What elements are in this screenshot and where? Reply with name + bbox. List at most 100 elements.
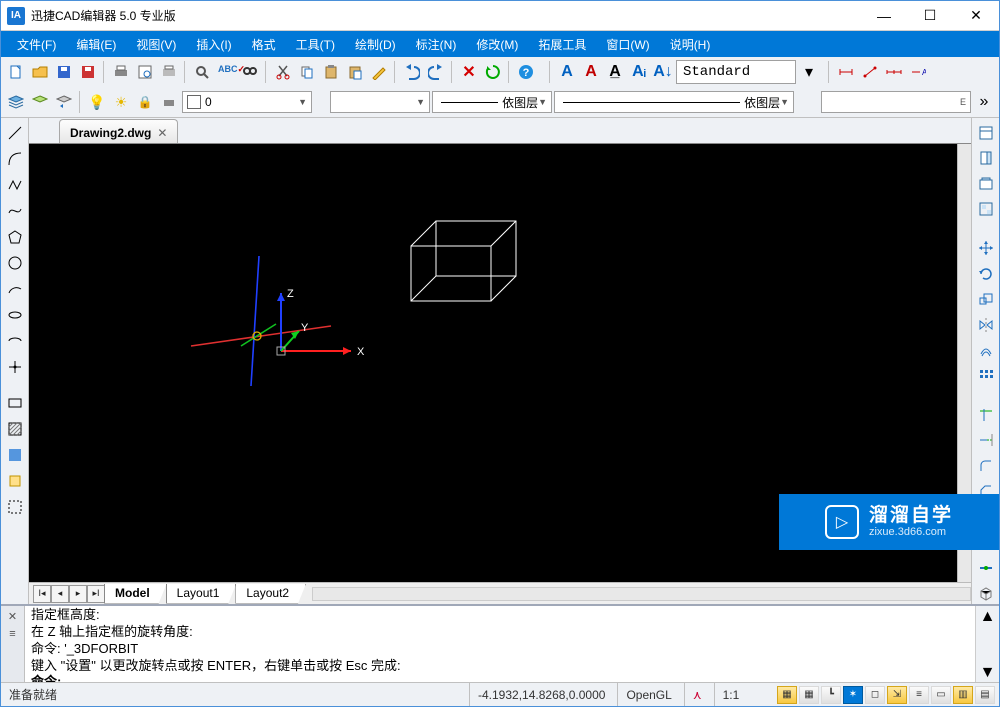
plot-icon[interactable] — [158, 61, 180, 83]
layer-states-icon[interactable] — [29, 91, 51, 113]
document-tab[interactable]: Drawing2.dwg ✕ — [59, 119, 178, 143]
ellipse-icon[interactable] — [4, 304, 26, 326]
undo-icon[interactable] — [401, 61, 423, 83]
3d-box-object[interactable] — [391, 206, 551, 316]
menu-modify[interactable]: 修改(M) — [466, 32, 528, 57]
lwt-toggle-icon[interactable]: ≡ — [909, 686, 929, 704]
ortho-toggle-icon[interactable]: ┗ — [821, 686, 841, 704]
properties-icon[interactable] — [975, 122, 997, 143]
dim-linear-icon[interactable] — [835, 61, 857, 83]
osnap-toggle-icon[interactable]: ◻ — [865, 686, 885, 704]
text-style-a1-icon[interactable]: A — [556, 61, 578, 83]
tab-prev-icon[interactable]: ◂ — [51, 585, 69, 603]
horizontal-scrollbar[interactable] — [312, 587, 971, 601]
print-icon[interactable] — [110, 61, 132, 83]
spline-icon[interactable] — [4, 200, 26, 222]
redo-icon[interactable] — [425, 61, 447, 83]
layout-icon[interactable] — [975, 198, 997, 219]
color-select[interactable]: ▼ — [330, 91, 430, 113]
tab-model[interactable]: Model — [104, 584, 167, 604]
new-icon[interactable] — [5, 61, 27, 83]
mirror-icon[interactable] — [975, 314, 997, 335]
otrack-toggle-icon[interactable]: ⇲ — [887, 686, 907, 704]
extend-icon[interactable] — [975, 430, 997, 451]
layer-freeze-icon[interactable]: ☀ — [110, 91, 132, 113]
layer-previous-icon[interactable] — [53, 91, 75, 113]
palette-icon[interactable] — [975, 147, 997, 168]
search-icon[interactable] — [191, 61, 213, 83]
maximize-button[interactable]: ☐ — [907, 1, 953, 31]
cut-icon[interactable] — [272, 61, 294, 83]
paste-icon[interactable] — [320, 61, 342, 83]
menu-dim[interactable]: 标注(N) — [406, 32, 467, 57]
rotate-icon[interactable] — [975, 263, 997, 284]
fillet-icon[interactable] — [975, 455, 997, 476]
menu-help[interactable]: 说明(H) — [660, 32, 721, 57]
arc3p-icon[interactable] — [4, 278, 26, 300]
region-icon[interactable] — [4, 470, 26, 492]
offset-icon[interactable] — [975, 340, 997, 361]
trim-icon[interactable] — [975, 404, 997, 425]
model-toggle-icon[interactable]: ▥ — [953, 686, 973, 704]
command-scroll[interactable]: ▲▼ — [975, 606, 999, 682]
menu-tools[interactable]: 工具(T) — [286, 32, 345, 57]
minimize-button[interactable]: — — [861, 1, 907, 31]
gradient-icon[interactable] — [4, 444, 26, 466]
layer-on-icon[interactable]: 💡 — [86, 91, 108, 113]
array-icon[interactable] — [975, 365, 997, 386]
circle-icon[interactable] — [4, 252, 26, 274]
snap-toggle-icon[interactable]: ▦ — [777, 686, 797, 704]
layer-plot-icon[interactable] — [158, 91, 180, 113]
tab-next-icon[interactable]: ▸ — [69, 585, 87, 603]
document-tab-close-icon[interactable]: ✕ — [157, 126, 167, 140]
saveas-icon[interactable] — [77, 61, 99, 83]
rectangle-icon[interactable] — [4, 392, 26, 414]
paste-special-icon[interactable] — [344, 61, 366, 83]
menu-insert[interactable]: 插入(I) — [186, 32, 241, 57]
cmd-close-icon[interactable]: ✕ — [5, 608, 21, 624]
spellcheck-icon[interactable]: ABC✓ — [215, 61, 237, 83]
line-icon[interactable] — [4, 122, 26, 144]
cmd-history-icon[interactable]: ≡ — [5, 626, 21, 642]
dim-aligned-icon[interactable] — [859, 61, 881, 83]
help-icon[interactable]: ? — [515, 61, 537, 83]
open-icon[interactable] — [29, 61, 51, 83]
linetype-select[interactable]: 依图层 ▼ — [432, 91, 552, 113]
refresh-icon[interactable] — [482, 61, 504, 83]
text-style-a4-icon[interactable]: Aᵢ — [628, 61, 650, 83]
grid-toggle-icon[interactable]: ▦ — [799, 686, 819, 704]
tab-layout1[interactable]: Layout1 — [166, 584, 237, 604]
menu-window[interactable]: 窗口(W) — [596, 32, 659, 57]
hatch-icon[interactable] — [4, 418, 26, 440]
text-style-select[interactable] — [676, 60, 796, 84]
layer-select[interactable]: 0 ▼ — [182, 91, 312, 113]
delete-icon[interactable]: ✕ — [458, 61, 480, 83]
polygon-icon[interactable] — [4, 226, 26, 248]
scale-icon[interactable] — [975, 289, 997, 310]
box3d-icon[interactable] — [975, 583, 997, 604]
ellipse-arc-icon[interactable] — [4, 330, 26, 352]
copy-icon[interactable] — [296, 61, 318, 83]
tab-layout2[interactable]: Layout2 — [235, 584, 306, 604]
save-icon[interactable] — [53, 61, 75, 83]
dim-style-icon[interactable]: A — [907, 61, 929, 83]
tab-first-icon[interactable]: I◂ — [33, 585, 51, 603]
text-style-a2-icon[interactable]: A — [580, 61, 602, 83]
xref-icon[interactable] — [975, 173, 997, 194]
move-icon[interactable] — [975, 238, 997, 259]
plot-style-select[interactable]: E — [821, 91, 971, 113]
close-button[interactable]: ✕ — [953, 1, 999, 31]
status-scale[interactable]: 1:1 — [714, 683, 748, 706]
lineweight-select[interactable]: 依图层 ▼ — [554, 91, 794, 113]
menu-file[interactable]: 文件(F) — [7, 32, 66, 57]
menu-format[interactable]: 格式 — [242, 32, 286, 57]
text-style-a3-icon[interactable]: A̲ — [604, 61, 626, 83]
menu-draw[interactable]: 绘制(D) — [345, 32, 406, 57]
dim-continue-icon[interactable] — [883, 61, 905, 83]
polar-toggle-icon[interactable]: ✶ — [843, 686, 863, 704]
menu-view[interactable]: 视图(V) — [126, 32, 186, 57]
join-icon[interactable] — [975, 557, 997, 578]
point-icon[interactable] — [4, 356, 26, 378]
menu-edit[interactable]: 编辑(E) — [66, 32, 126, 57]
status-ucs-icon[interactable]: ⋏ — [684, 683, 710, 706]
